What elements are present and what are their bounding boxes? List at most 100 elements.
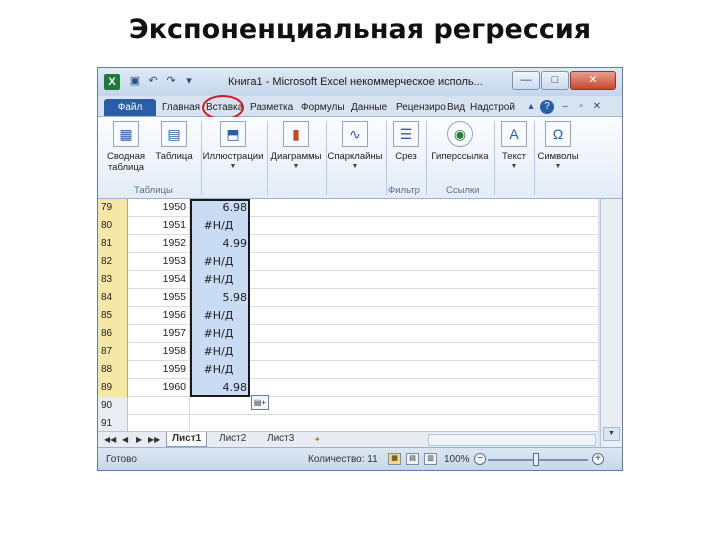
row-header[interactable]: 79	[98, 199, 128, 217]
tab-home[interactable]: Главная	[162, 99, 200, 116]
sparklines-icon: ∿	[342, 121, 368, 147]
table-row: 85 1956 #Н/Д	[98, 307, 598, 325]
table-row: 81 1952 4.99	[98, 235, 598, 253]
sheet-tab-2[interactable]: Лист2	[214, 432, 251, 447]
symbols-button[interactable]: Ω Символы ▼	[536, 121, 580, 171]
save-icon[interactable]: ▣	[128, 74, 142, 88]
close-button[interactable]: ✕	[570, 71, 616, 90]
pivot-table-button[interactable]: ▦ Сводная таблица	[104, 121, 148, 173]
sheet-tab-3[interactable]: Лист3	[262, 432, 299, 447]
hyperlink-icon: ◉	[447, 121, 473, 147]
tab-data[interactable]: Данные	[351, 99, 387, 116]
insert-sheet-icon[interactable]: ✦	[314, 433, 321, 447]
tab-page-layout[interactable]: Разметка	[250, 99, 293, 116]
cell-value[interactable]: #Н/Д	[190, 253, 250, 271]
restore-window-icon[interactable]: ▫	[574, 100, 588, 114]
row-header[interactable]: 88	[98, 361, 128, 379]
zoom-out-icon[interactable]: −	[474, 453, 486, 465]
table-row: 79 1950 6.98	[98, 199, 598, 217]
page-break-view-icon[interactable]: ▥	[424, 453, 437, 465]
scroll-down-icon[interactable]: ▼	[603, 427, 620, 441]
cell-year[interactable]: 1953	[129, 253, 190, 271]
paste-options-icon[interactable]: ▤+	[251, 395, 269, 410]
redo-icon[interactable]: ↷	[164, 74, 178, 88]
worksheet-grid[interactable]: 79 1950 6.98 80 1951 #Н/Д 81 1952 4.99 82 1953 #Н/Д…	[98, 199, 598, 433]
excel-window: X ▣ ↶ ↷ ▾ Книга1 - Microsoft Excel неком…	[97, 67, 623, 471]
status-ready: Готово	[106, 454, 137, 465]
maximize-button[interactable]: □	[541, 71, 569, 90]
page-layout-view-icon[interactable]: ▤	[406, 453, 419, 465]
cell-year[interactable]: 1960	[129, 379, 190, 397]
last-sheet-icon[interactable]: ▶▶	[148, 433, 160, 447]
cell-year[interactable]: 1956	[129, 307, 190, 325]
cell-value[interactable]: 4.98	[190, 379, 250, 397]
cell-value[interactable]: 4.99	[190, 235, 250, 253]
cell-value[interactable]: #Н/Д	[190, 271, 250, 289]
tab-formulas[interactable]: Формулы	[301, 99, 345, 116]
zoom-level[interactable]: 100%	[444, 454, 470, 465]
tab-addins[interactable]: Надстрой	[470, 99, 515, 116]
table-button[interactable]: ▤ Таблица	[152, 121, 196, 162]
first-sheet-icon[interactable]: ◀◀	[104, 433, 116, 447]
prev-sheet-icon[interactable]: ◀	[122, 433, 128, 447]
chevron-up-icon[interactable]: ▴	[524, 100, 538, 114]
close-workbook-icon[interactable]: ✕	[590, 100, 604, 114]
cell-value[interactable]: #Н/Д	[190, 325, 250, 343]
ribbon: ▦ Сводная таблица ▤ Таблица ⬒ Иллюстраци…	[98, 117, 622, 199]
cell-value[interactable]: #Н/Д	[190, 307, 250, 325]
chevron-down-icon: ▼	[229, 163, 237, 170]
cell-value[interactable]: 6.98	[190, 199, 250, 217]
hyperlink-button[interactable]: ◉ Гиперссылка	[428, 121, 492, 162]
minimize-button[interactable]: —	[512, 71, 540, 90]
row-header[interactable]: 81	[98, 235, 128, 253]
cell-year[interactable]: 1952	[129, 235, 190, 253]
text-button[interactable]: A Текст ▼	[496, 121, 532, 171]
cell-value[interactable]: #Н/Д	[190, 343, 250, 361]
chevron-down-icon: ▼	[351, 163, 359, 170]
cell-year[interactable]: 1950	[129, 199, 190, 217]
sheet-tabs-bar: ◀◀ ◀ ▶ ▶▶ Лист1 Лист2 Лист3 ✦	[98, 431, 598, 447]
cell-value[interactable]: #Н/Д	[190, 361, 250, 379]
undo-icon[interactable]: ↶	[146, 74, 160, 88]
cell-year[interactable]: 1958	[129, 343, 190, 361]
normal-view-icon[interactable]: ▦	[388, 453, 401, 465]
row-header[interactable]: 87	[98, 343, 128, 361]
row-header[interactable]: 80	[98, 217, 128, 235]
title-bar: X ▣ ↶ ↷ ▾ Книга1 - Microsoft Excel неком…	[98, 68, 622, 96]
help-icon[interactable]: ?	[540, 100, 554, 114]
row-header[interactable]: 82	[98, 253, 128, 271]
cell-year[interactable]: 1959	[129, 361, 190, 379]
row-header[interactable]: 85	[98, 307, 128, 325]
row-header[interactable]: 84	[98, 289, 128, 307]
row-header[interactable]: 90	[98, 397, 128, 415]
cell-value[interactable]: #Н/Д	[190, 217, 250, 235]
tab-view[interactable]: Вид	[447, 99, 465, 116]
cell-year[interactable]: 1955	[129, 289, 190, 307]
row-header[interactable]: 86	[98, 325, 128, 343]
cell-year[interactable]	[129, 397, 190, 415]
slide-title: Экспоненциальная регрессия	[128, 14, 592, 45]
sheet-tab-1[interactable]: Лист1	[166, 432, 208, 447]
tab-file[interactable]: Файл	[104, 99, 156, 116]
horizontal-scrollbar[interactable]	[428, 434, 596, 446]
customize-chevron-down-icon[interactable]: ▾	[182, 74, 196, 88]
window-title: Книга1 - Microsoft Excel некоммерческое …	[228, 76, 483, 88]
sparklines-button[interactable]: ∿ Спарклайны ▼	[326, 121, 384, 171]
zoom-in-icon[interactable]: +	[592, 453, 604, 465]
zoom-slider-thumb[interactable]	[533, 453, 539, 466]
slicer-button[interactable]: ☰ Срез	[388, 121, 424, 162]
illustrations-button[interactable]: ⬒ Иллюстрации ▼	[202, 121, 264, 171]
minimize-window-icon[interactable]: –	[558, 100, 572, 114]
cell-year[interactable]: 1957	[129, 325, 190, 343]
chevron-down-icon: ▼	[510, 163, 518, 170]
table-row: 84 1955 5.98	[98, 289, 598, 307]
row-header[interactable]: 83	[98, 271, 128, 289]
cell-year[interactable]: 1951	[129, 217, 190, 235]
next-sheet-icon[interactable]: ▶	[136, 433, 142, 447]
tab-review[interactable]: Рецензиро	[396, 99, 446, 116]
charts-button[interactable]: ▮ Диаграммы ▼	[268, 121, 324, 171]
vertical-scrollbar[interactable]: ▼	[600, 199, 622, 447]
row-header[interactable]: 89	[98, 379, 128, 397]
cell-year[interactable]: 1954	[129, 271, 190, 289]
cell-value[interactable]: 5.98	[190, 289, 250, 307]
